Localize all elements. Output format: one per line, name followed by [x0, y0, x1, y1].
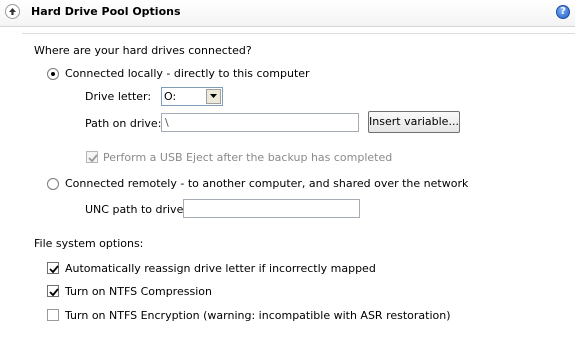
divider — [22, 33, 575, 34]
unc-path-label: UNC path to drive: — [85, 203, 188, 216]
reassign-drive-letter-checkbox[interactable] — [47, 262, 59, 274]
ntfs-encryption-checkbox[interactable] — [47, 309, 59, 321]
radio-connected-locally-label[interactable]: Connected locally - directly to this com… — [65, 67, 310, 80]
radio-connected-locally[interactable] — [47, 68, 59, 80]
connection-question: Where are your hard drives connected? — [34, 44, 252, 57]
radio-connected-remotely[interactable] — [47, 178, 59, 190]
usb-eject-label: Perform a USB Eject after the backup has… — [103, 151, 393, 164]
path-on-drive-value: \ — [165, 116, 169, 129]
help-icon[interactable]: ? — [556, 5, 570, 19]
path-on-drive-input[interactable]: \ — [161, 113, 359, 132]
drive-letter-value: O: — [164, 90, 177, 103]
path-on-drive-label: Path on drive: — [85, 117, 162, 130]
insert-variable-button[interactable]: Insert variable... — [368, 111, 460, 133]
radio-connected-remotely-label[interactable]: Connected remotely - to another computer… — [65, 177, 468, 190]
filesystem-heading: File system options: — [34, 237, 144, 250]
drive-letter-select[interactable]: O: — [161, 87, 223, 106]
drive-letter-label: Drive letter: — [85, 90, 152, 103]
unc-path-input[interactable] — [183, 199, 360, 218]
collapse-up-icon[interactable] — [5, 4, 20, 19]
ntfs-compression-label[interactable]: Turn on NTFS Compression — [65, 285, 212, 298]
reassign-drive-letter-label[interactable]: Automatically reassign drive letter if i… — [65, 262, 376, 275]
usb-eject-checkbox[interactable] — [86, 151, 98, 163]
ntfs-compression-checkbox[interactable] — [47, 285, 59, 297]
section-title: Hard Drive Pool Options — [31, 5, 181, 18]
chevron-down-icon[interactable] — [206, 89, 221, 104]
ntfs-encryption-label[interactable]: Turn on NTFS Encryption (warning: incomp… — [65, 309, 451, 322]
